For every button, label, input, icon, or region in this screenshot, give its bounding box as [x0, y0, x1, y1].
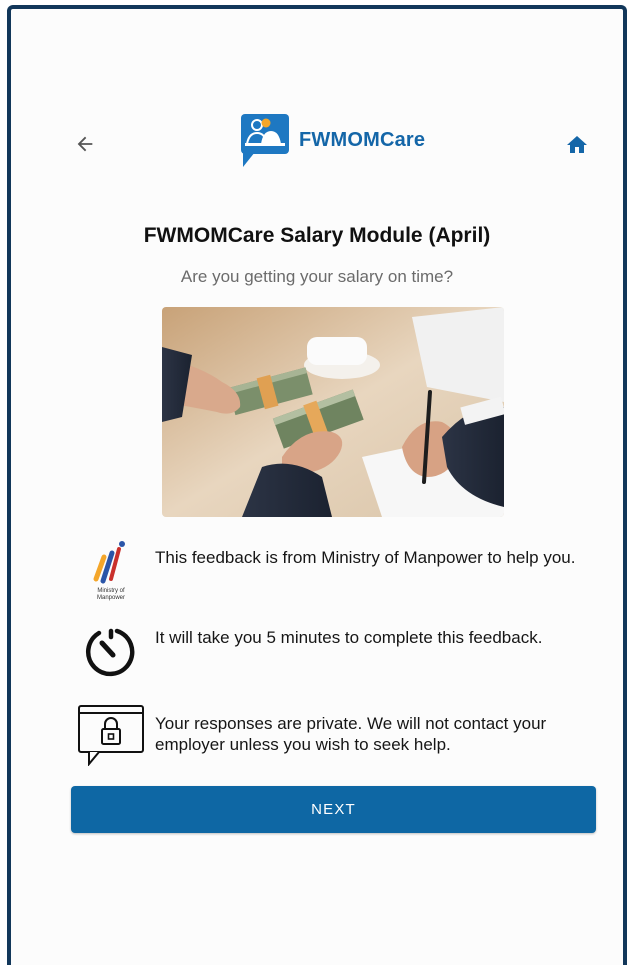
info-item-privacy: Your responses are private. We will not … [69, 704, 589, 766]
brand-name: FWMOMCare [299, 128, 426, 151]
info-text-source: This feedback is from Ministry of Manpow… [155, 548, 576, 567]
page-title: FWMOMCare Salary Module (April) [143, 224, 491, 247]
hero-illustration [162, 307, 504, 517]
money-exchange-photo [162, 307, 504, 517]
question-subtitle: Are you getting your salary on time? [180, 267, 454, 286]
timer-icon [69, 622, 153, 680]
info-text-duration: It will take you 5 minutes to complete t… [155, 628, 543, 647]
fwmomcare-logo-icon [241, 114, 289, 167]
info-item-source: Ministry of Manpower This feedback is fr… [69, 539, 589, 601]
next-button[interactable]: NEXT [71, 786, 596, 833]
logo-text-line2: Manpower [97, 595, 125, 601]
private-lock-message-icon [69, 704, 153, 766]
logo-text-line1: Ministry of [97, 588, 125, 594]
ministry-of-manpower-logo: Ministry of Manpower [69, 539, 153, 601]
home-icon [567, 136, 587, 153]
device-frame: FWMOMCare FWMOMCare Salary Module (April… [7, 5, 627, 965]
info-item-duration: It will take you 5 minutes to complete t… [69, 622, 589, 680]
brand-logo: FWMOMCare [239, 112, 425, 168]
back-button[interactable] [71, 130, 99, 158]
app-screen: FWMOMCare FWMOMCare Salary Module (April… [11, 9, 623, 965]
info-text-privacy: Your responses are private. We will not … [155, 714, 547, 754]
arrow-left-icon [77, 136, 93, 152]
home-button[interactable] [563, 131, 591, 159]
